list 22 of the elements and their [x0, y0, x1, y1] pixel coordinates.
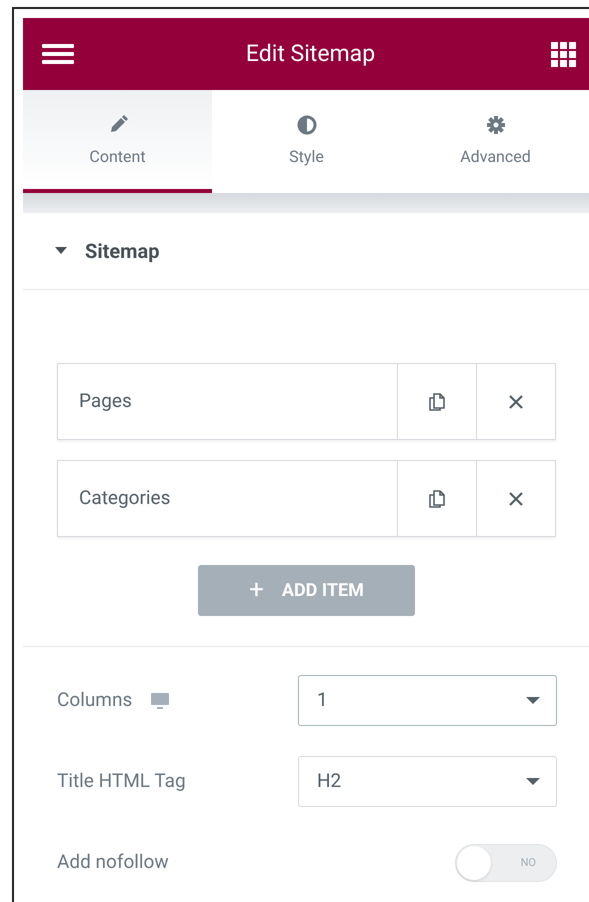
- caret-icon: [526, 696, 540, 704]
- item-title[interactable]: Pages: [58, 364, 398, 439]
- select-field[interactable]: 1: [298, 675, 557, 726]
- tab[interactable]: Content: [23, 90, 212, 193]
- section-header[interactable]: Sitemap: [23, 213, 589, 290]
- select-field[interactable]: H2: [298, 756, 557, 807]
- panel-title: Edit Sitemap: [246, 38, 376, 69]
- caret-icon: [55, 247, 67, 255]
- monitor-icon: [150, 692, 170, 710]
- gear-icon: [486, 114, 506, 134]
- control-label: Title HTML Tag: [57, 768, 186, 794]
- copy-icon: [429, 392, 445, 410]
- control-label: Add nofollow: [57, 849, 169, 876]
- copy-icon: [429, 490, 445, 508]
- grid-icon: [550, 42, 576, 66]
- caret-icon: [526, 778, 540, 786]
- close-icon: [508, 394, 524, 410]
- close-icon: [508, 490, 524, 506]
- item-title[interactable]: Categories: [58, 461, 398, 536]
- contrast-icon: [296, 114, 316, 134]
- control-label: Columns: [57, 687, 132, 714]
- menu-icon: [42, 43, 74, 65]
